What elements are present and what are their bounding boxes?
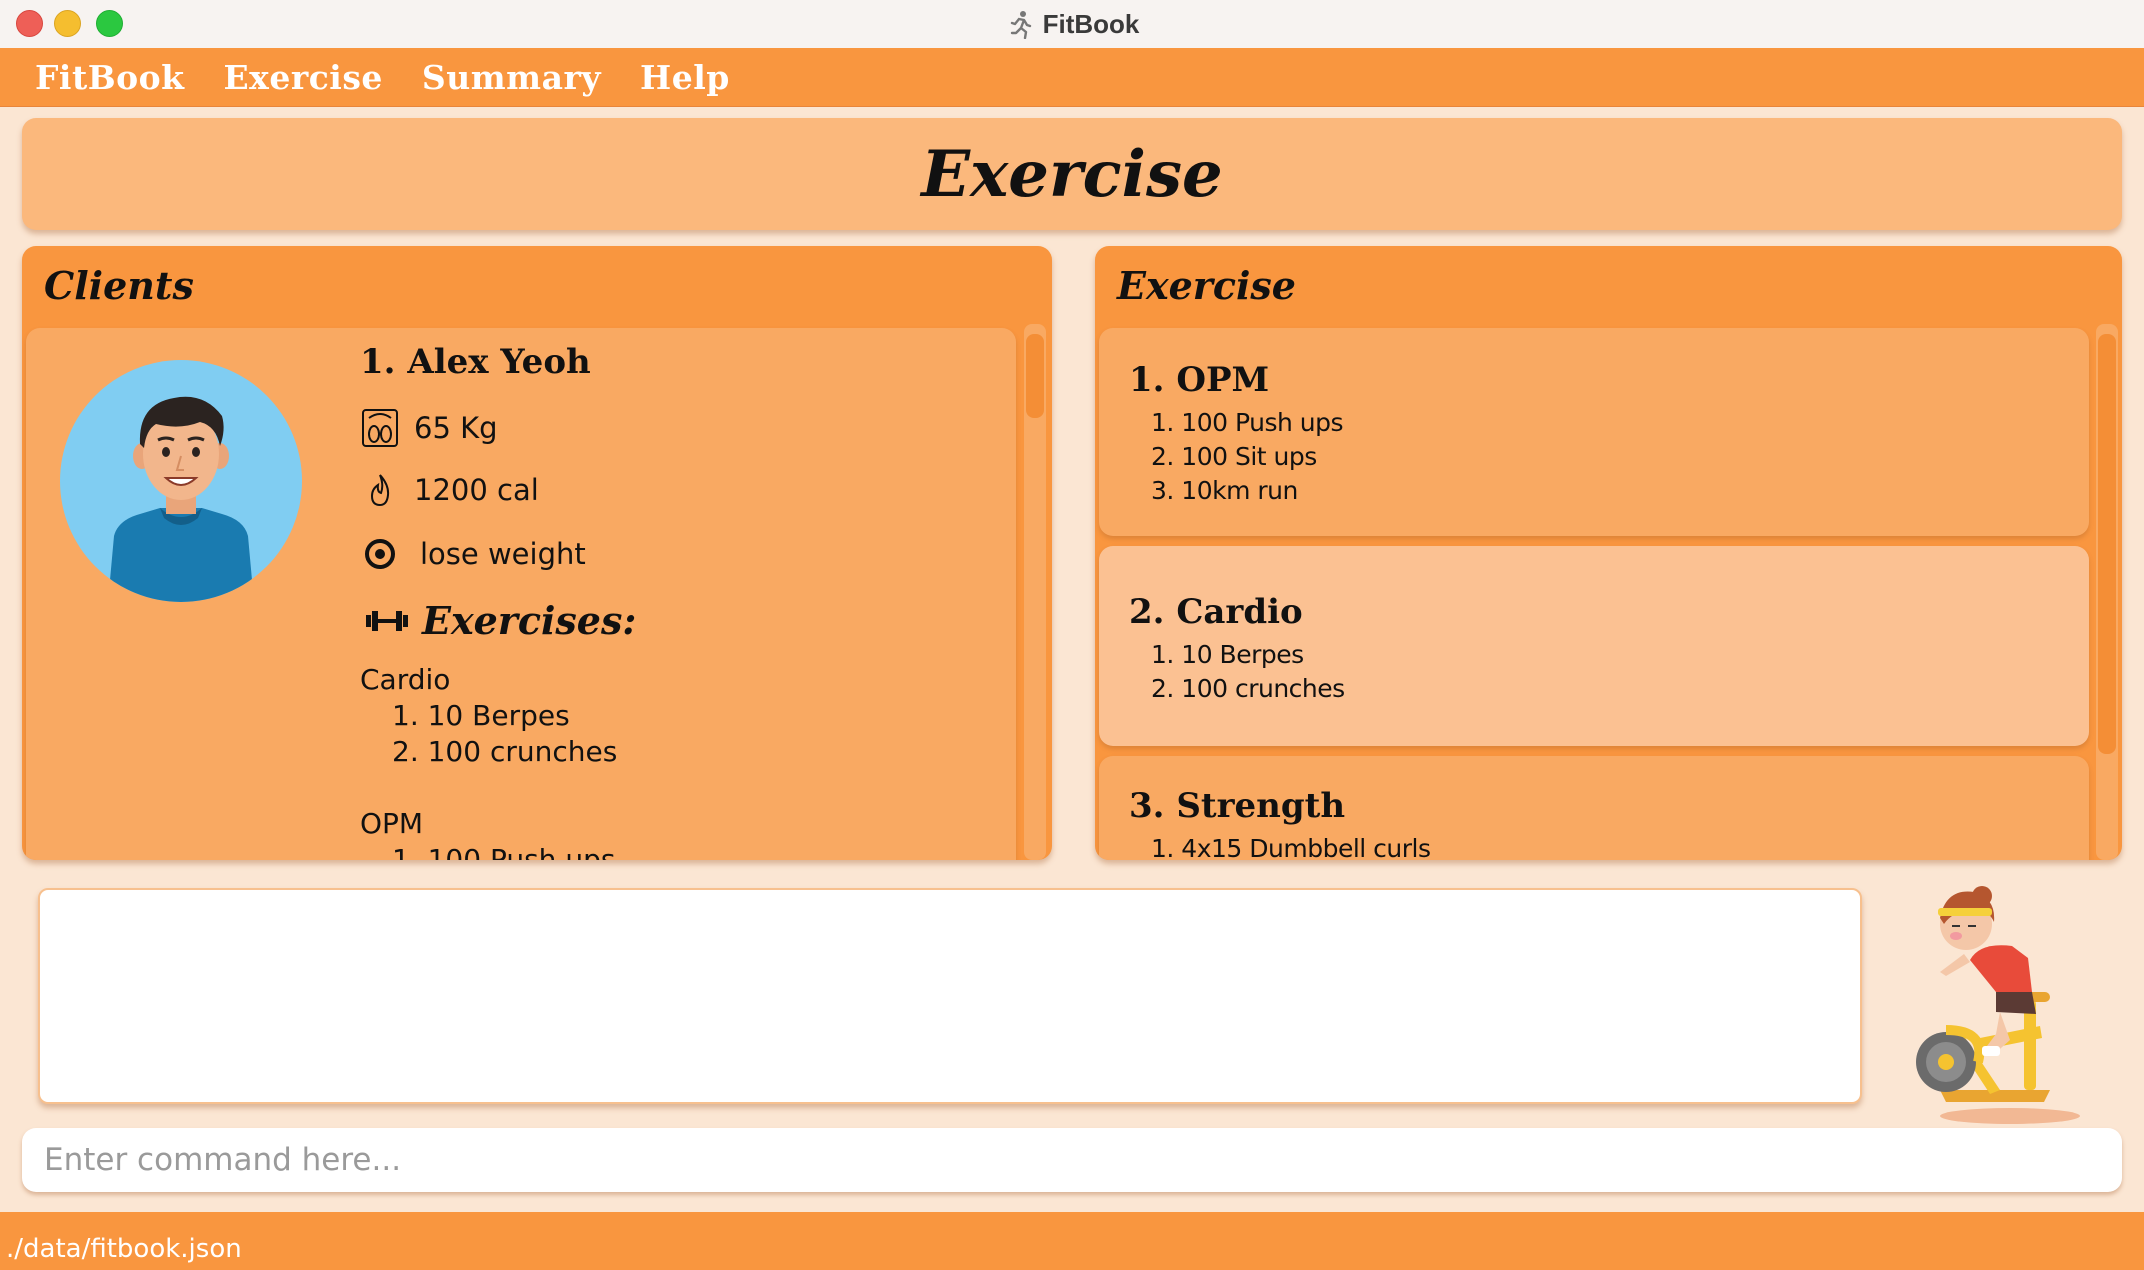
window-title: FitBook bbox=[0, 0, 2144, 48]
client-routine-name: OPM bbox=[360, 807, 424, 840]
status-file-path: ./data/fitbook.json bbox=[6, 1234, 242, 1264]
goal-row: lose weight bbox=[360, 534, 586, 574]
client-exercises-heading: Exercises: bbox=[364, 598, 636, 643]
client-routine-item: 2. 100 crunches bbox=[392, 735, 618, 768]
window-titlebar: FitBook bbox=[0, 0, 2144, 49]
exercise-item: 1. 100 Push ups bbox=[1151, 408, 1344, 437]
dumbbell-icon bbox=[366, 610, 408, 631]
clients-scrollbar-thumb[interactable] bbox=[1026, 334, 1044, 418]
client-routine-item: 1. 100 Push ups bbox=[392, 843, 616, 860]
exercise-item: 1. 10 Berpes bbox=[1151, 640, 1304, 669]
exercise-card[interactable]: 2. Cardio 1. 10 Berpes 2. 100 crunches bbox=[1099, 546, 2089, 746]
menu-help[interactable]: Help bbox=[640, 58, 730, 97]
clients-scrollbar[interactable] bbox=[1024, 324, 1046, 860]
exercise-scrollbar[interactable] bbox=[2096, 324, 2118, 860]
client-avatar-illustration bbox=[108, 396, 254, 602]
exercise-card-title: 3. Strength bbox=[1129, 786, 1346, 826]
client-weight: 65 Kg bbox=[414, 411, 498, 445]
exercise-card-title: 1. OPM bbox=[1129, 360, 1270, 400]
exercise-card-title: 2. Cardio bbox=[1129, 592, 1303, 632]
exercise-item: 1. 4x15 Dumbbell curls bbox=[1151, 834, 1431, 860]
menu-exercise[interactable]: Exercise bbox=[224, 58, 383, 97]
client-calories: 1200 cal bbox=[414, 473, 539, 507]
clients-panel: Clients 1. Alex Yeoh 65 Kg 1200 cal lose… bbox=[22, 246, 1052, 860]
exercise-panel: Exercise 1. OPM 1. 100 Push ups 2. 100 S… bbox=[1095, 246, 2122, 860]
client-routine: OPM 1. 100 Push ups bbox=[360, 806, 615, 860]
client-name: 1. Alex Yeoh bbox=[360, 342, 591, 382]
menu-summary[interactable]: Summary bbox=[422, 58, 601, 97]
target-icon bbox=[360, 534, 400, 574]
menu-bar: FitBook Exercise Summary Help bbox=[0, 48, 2144, 107]
command-input[interactable] bbox=[22, 1128, 2122, 1192]
exercise-scrollbar-thumb[interactable] bbox=[2098, 334, 2116, 754]
client-routine: Cardio 1. 10 Berpes 2. 100 crunches bbox=[360, 662, 617, 770]
client-routine-item: 1. 10 Berpes bbox=[392, 699, 570, 732]
client-exercises-label: Exercises: bbox=[422, 598, 637, 643]
exercise-bike-illustration bbox=[1916, 886, 2080, 1124]
scale-icon bbox=[360, 408, 400, 448]
exercise-item: 2. 100 Sit ups bbox=[1151, 442, 1317, 471]
calories-row: 1200 cal bbox=[360, 470, 539, 510]
running-person-icon bbox=[1010, 11, 1031, 39]
client-card[interactable]: 1. Alex Yeoh 65 Kg 1200 cal lose weight … bbox=[26, 328, 1016, 860]
exercise-card[interactable]: 1. OPM 1. 100 Push ups 2. 100 Sit ups 3.… bbox=[1099, 328, 2089, 536]
clients-panel-title: Clients bbox=[44, 262, 194, 308]
result-display[interactable] bbox=[38, 888, 1862, 1104]
menu-fitbook[interactable]: FitBook bbox=[35, 58, 185, 97]
client-goal: lose weight bbox=[420, 537, 586, 571]
clients-list[interactable]: 1. Alex Yeoh 65 Kg 1200 cal lose weight … bbox=[22, 324, 1052, 860]
exercise-card[interactable]: 3. Strength 1. 4x15 Dumbbell curls bbox=[1099, 756, 2089, 860]
exercise-item: 3. 10km run bbox=[1151, 476, 1298, 505]
exercise-item: 2. 100 crunches bbox=[1151, 674, 1345, 703]
window-title-text: FitBook bbox=[1042, 8, 1140, 39]
exercise-panel-title: Exercise bbox=[1117, 262, 1296, 308]
page-title: Exercise bbox=[921, 136, 1223, 212]
avatar bbox=[60, 360, 302, 602]
client-routine-name: Cardio bbox=[360, 663, 451, 696]
page-header: Exercise bbox=[22, 118, 2122, 230]
flame-icon bbox=[360, 470, 400, 510]
weight-row: 65 Kg bbox=[360, 408, 498, 448]
exercise-list[interactable]: 1. OPM 1. 100 Push ups 2. 100 Sit ups 3.… bbox=[1095, 324, 2122, 860]
status-bar: ./data/fitbook.json bbox=[0, 1212, 2144, 1270]
